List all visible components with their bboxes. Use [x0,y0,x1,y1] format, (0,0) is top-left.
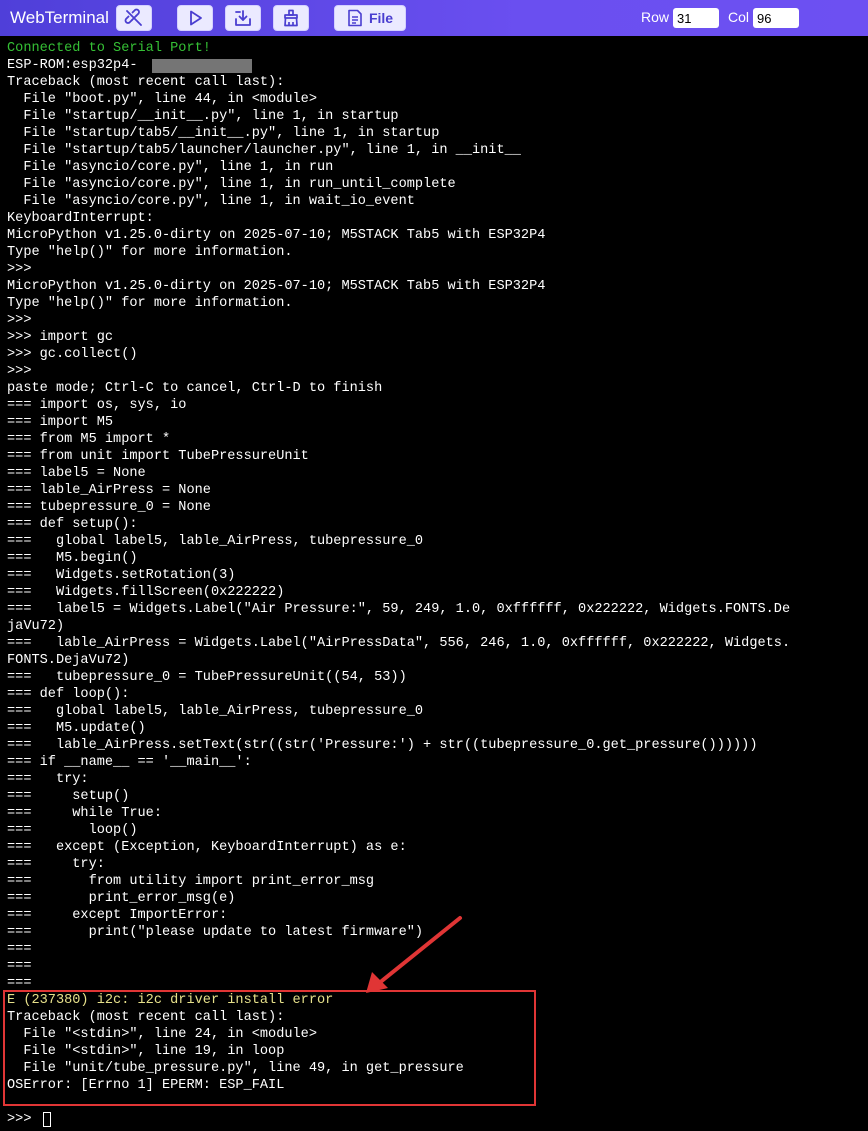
terminal-line: === import M5 [7,415,114,430]
file-button-label: File [368,10,394,26]
link-broken-icon [124,8,142,26]
terminal-line: File "asyncio/core.py", line 1, in run [7,160,334,175]
terminal-line: === label5 = Widgets.Label("Air Pressure… [7,602,791,617]
terminal-line: >>> [7,313,32,328]
terminal-line: === while True: [7,806,162,821]
terminal-line: >>> gc.collect() [7,347,138,362]
terminal-line: >>> [7,1112,40,1127]
terminal-line: File "startup/tab5/__init__.py", line 1,… [7,126,440,141]
play-icon [190,10,202,26]
terminal-line: MicroPython v1.25.0-dirty on 2025-07-10;… [7,279,546,294]
terminal-line: === global label5, lable_AirPress, tubep… [7,704,424,719]
run-button[interactable] [177,5,213,31]
error-highlight-box [3,990,536,1106]
redacted-serial-block [152,59,252,73]
terminal-line: File "startup/__init__.py", line 1, in s… [7,109,399,124]
terminal-line: Traceback (most recent call last): [7,75,285,90]
terminal-line: === def setup(): [7,517,138,532]
terminal-line: FONTS.DejaVu72) [7,653,130,668]
disconnect-button[interactable] [116,5,152,31]
terminal-cursor[interactable] [43,1112,51,1127]
terminal-line: === print("please update to latest firmw… [7,925,424,940]
row-label: Row [641,9,670,25]
terminal-line: === M5.update() [7,721,146,736]
terminal-line: === print_error_msg(e) [7,891,236,906]
terminal-line: ESP-ROM:esp32p4- [7,58,138,73]
terminal-line: === tubepressure_0 = TubePressureUnit((5… [7,670,407,685]
col-label: Col [728,9,750,25]
erase-button[interactable] [273,5,309,31]
terminal-line: >>> import gc [7,330,114,345]
terminal-line: === if __name__ == '__main__': [7,755,252,770]
terminal-line: === try: [7,772,89,787]
terminal-line: File "asyncio/core.py", line 1, in wait_… [7,194,415,209]
terminal-line: Connected to Serial Port! [7,41,211,56]
terminal-output[interactable]: Connected to Serial Port! ESP-ROM:esp32p4… [0,36,868,1131]
terminal-line: === tubepressure_0 = None [7,500,211,515]
eraser-icon [284,9,298,27]
terminal-line: jaVu72) [7,619,65,634]
terminal-line: === loop() [7,823,138,838]
terminal-line: === except (Exception, KeyboardInterrupt… [7,840,407,855]
title-bar: WebTerminal File Row 31 Col 96 [0,0,868,36]
terminal-line: paste mode; Ctrl-C to cancel, Ctrl-D to … [7,381,383,396]
terminal-line: === def loop(): [7,687,130,702]
terminal-line: === setup() [7,789,130,804]
terminal-line: === from unit import TubePressureUnit [7,449,309,464]
terminal-line: === [7,959,32,974]
app-title: WebTerminal [10,8,109,27]
terminal-line: === lable_AirPress = None [7,483,211,498]
terminal-line: === from utility import print_error_msg [7,874,375,889]
terminal-line: === [7,942,32,957]
download-button[interactable] [225,5,261,31]
download-tray-icon [235,10,251,26]
row-input[interactable] [673,8,719,28]
terminal-line: === lable_AirPress.setText(str((str('Pre… [7,738,758,753]
terminal-line: Type "help()" for more information. [7,245,293,260]
terminal-line: >>> [7,262,32,277]
terminal-line: === lable_AirPress = Widgets.Label("AirP… [7,636,791,651]
terminal-line: === label5 = None [7,466,146,481]
terminal-line: === M5.begin() [7,551,138,566]
col-input[interactable] [753,8,799,28]
terminal-line: Type "help()" for more information. [7,296,293,311]
terminal-line: === Widgets.setRotation(3) [7,568,236,583]
terminal-line: === try: [7,857,105,872]
file-button[interactable]: File [334,5,406,31]
terminal-line: File "boot.py", line 44, in <module> [7,92,317,107]
terminal-line: === from M5 import * [7,432,171,447]
terminal-line: File "asyncio/core.py", line 1, in run_u… [7,177,456,192]
file-document-icon [348,9,362,27]
terminal-line: File "startup/tab5/launcher/launcher.py"… [7,143,521,158]
terminal-line: === except ImportError: [7,908,228,923]
terminal-line: === import os, sys, io [7,398,187,413]
terminal-line: >>> [7,364,32,379]
terminal-line: === global label5, lable_AirPress, tubep… [7,534,424,549]
terminal-line: MicroPython v1.25.0-dirty on 2025-07-10;… [7,228,546,243]
terminal-line: === Widgets.fillScreen(0x222222) [7,585,285,600]
terminal-line: KeyboardInterrupt: [7,211,154,226]
